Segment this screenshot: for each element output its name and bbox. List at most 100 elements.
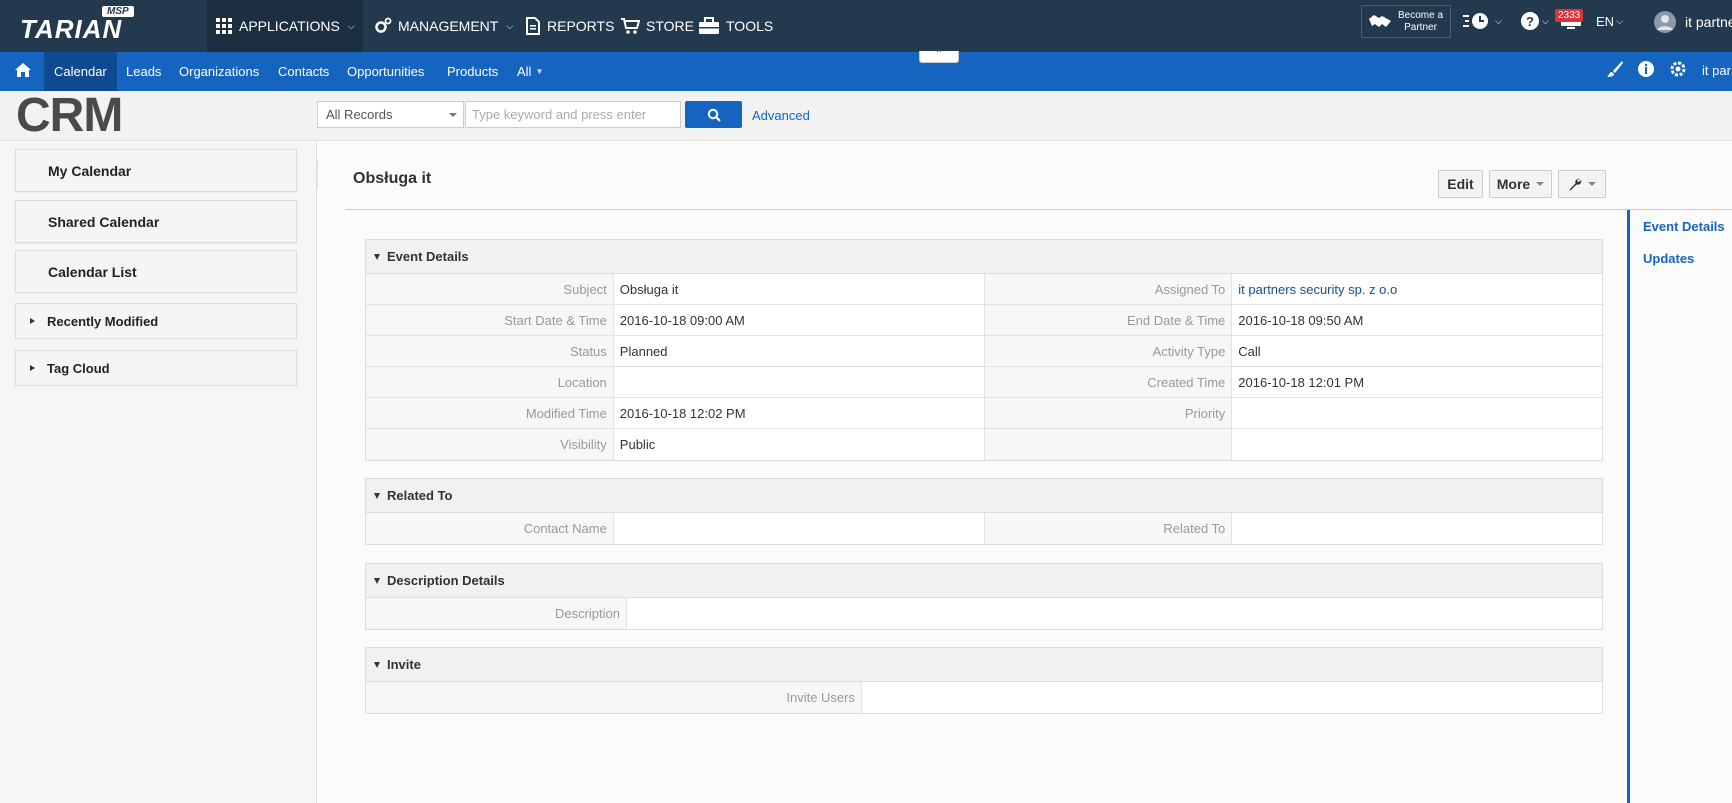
collapse-header-toggle[interactable]: ⌃ xyxy=(919,49,959,63)
table-row: Subject Obsługa it Assigned To it partne… xyxy=(366,274,1602,305)
field-value: 2016-10-18 09:00 AM xyxy=(614,305,985,335)
field-value xyxy=(614,513,985,544)
settings-button[interactable] xyxy=(1669,60,1687,78)
table-row: Modified Time 2016-10-18 12:02 PM Priori… xyxy=(366,398,1602,429)
tab-leads[interactable]: Leads xyxy=(116,52,171,91)
tab-contacts-label: Contacts xyxy=(278,64,330,79)
chevron-down-icon: ⌵ xyxy=(506,20,514,31)
sidebar-calendar-list[interactable]: Calendar List xyxy=(15,250,297,293)
become-partner-button[interactable]: Become a Partner xyxy=(1361,5,1451,38)
notification-badge: 2333 xyxy=(1555,9,1584,22)
field-value: Obsługa it xyxy=(614,274,985,304)
tab-opportunities[interactable]: Opportunities xyxy=(337,52,434,91)
tab-contacts[interactable]: Contacts xyxy=(268,52,339,91)
wrench-icon xyxy=(1569,178,1582,191)
sidebar-shared-calendar[interactable]: Shared Calendar xyxy=(15,200,297,243)
module-nav-bar: Calendar Leads Organizations Contacts Op… xyxy=(0,52,1732,91)
chevron-down-icon: ⌵ xyxy=(1495,15,1502,26)
history-menu[interactable]: ⌵ xyxy=(1463,10,1502,32)
field-label: Activity Type xyxy=(984,336,1233,366)
language-select[interactable]: EN ⌵ xyxy=(1596,10,1623,32)
edit-button[interactable]: Edit xyxy=(1438,170,1483,198)
field-label: Description xyxy=(366,598,627,629)
nav-reports[interactable]: REPORTS xyxy=(517,0,622,52)
help-menu[interactable]: ? ⌵ xyxy=(1520,10,1549,32)
settings-dropdown-button[interactable] xyxy=(1558,170,1606,198)
chevron-up-icon: ⌃ xyxy=(934,49,944,60)
nav-management[interactable]: MANAGEMENT ⌵ xyxy=(366,0,521,52)
chevron-down-icon: ⌵ xyxy=(1542,15,1549,26)
caret-down-icon xyxy=(374,492,380,499)
home-icon xyxy=(15,63,31,77)
table-row: Location Created Time 2016-10-18 12:01 P… xyxy=(366,367,1602,398)
chevron-down-icon xyxy=(1588,182,1596,190)
user-avatar-icon xyxy=(1654,11,1676,33)
search-button[interactable] xyxy=(685,101,742,128)
sidebar-my-calendar[interactable]: My Calendar xyxy=(15,149,297,192)
more-button[interactable]: More xyxy=(1489,170,1552,198)
tab-organizations[interactable]: Organizations xyxy=(169,52,269,91)
brand-badge: MSP xyxy=(102,6,134,17)
invite-header[interactable]: Invite xyxy=(366,648,1602,682)
table-row: Visibility Public xyxy=(366,429,1602,460)
chevron-down-icon xyxy=(1536,182,1545,190)
search-bar: CRM All Records Advanced xyxy=(0,91,1732,141)
tab-calendar[interactable]: Calendar xyxy=(44,52,117,91)
nav-tools[interactable]: TOOLS xyxy=(690,0,781,52)
chevron-down-icon: ⌵ xyxy=(347,20,355,31)
svg-text:?: ? xyxy=(1526,14,1534,29)
info-button[interactable] xyxy=(1637,60,1655,78)
chevron-down-icon: ▼ xyxy=(535,67,544,76)
partner-label-2: Partner xyxy=(1404,21,1437,33)
tab-organizations-label: Organizations xyxy=(179,64,260,79)
field-value xyxy=(862,682,1602,713)
caret-down-icon xyxy=(374,253,380,260)
tarian-logo[interactable]: TARIAN MSP xyxy=(20,6,140,46)
brand-name: TARIAN xyxy=(20,14,123,44)
nav-applications[interactable]: APPLICATIONS ⌵ xyxy=(207,0,363,52)
tab-leads-label: Leads xyxy=(126,64,162,79)
tab-all[interactable]: All ▼ xyxy=(507,52,553,91)
sidebar-recently-modified[interactable]: Recently Modified xyxy=(15,303,297,339)
advanced-search-link[interactable]: Advanced xyxy=(752,108,810,123)
field-value: it partners security sp. z o.o xyxy=(1232,274,1602,304)
event-details-heading: Event Details xyxy=(387,249,469,264)
table-row: Invite Users xyxy=(366,682,1602,713)
event-details-header[interactable]: Event Details xyxy=(366,240,1602,274)
nav-store-label: STORE xyxy=(646,18,694,34)
search-icon xyxy=(707,108,721,122)
field-value xyxy=(1232,398,1602,428)
nav-applications-label: APPLICATIONS xyxy=(239,18,340,34)
user-short-link[interactable]: it par xyxy=(1702,63,1731,78)
nav-updates[interactable]: Updates xyxy=(1643,251,1694,266)
field-value: Public xyxy=(614,429,985,460)
gears-icon xyxy=(375,17,392,33)
record-detail: Obsługa it Edit More Event Details Subje… xyxy=(318,142,1732,803)
home-button[interactable] xyxy=(14,61,32,82)
user-menu[interactable]: it partne xyxy=(1653,10,1732,34)
sidebar: My Calendar Shared Calendar Calendar Lis… xyxy=(0,142,317,803)
caret-down-icon xyxy=(374,577,380,584)
nav-event-details[interactable]: Event Details xyxy=(1643,219,1725,234)
tag-cloud-label: Tag Cloud xyxy=(47,360,110,376)
table-row: Description xyxy=(366,598,1602,629)
more-label: More xyxy=(1496,176,1531,192)
customize-button[interactable] xyxy=(1606,60,1624,78)
nav-management-label: MANAGEMENT xyxy=(398,18,499,34)
search-scope-select[interactable]: All Records xyxy=(317,101,464,128)
caret-right-icon xyxy=(30,318,35,324)
chevron-down-icon: ⌵ xyxy=(1616,15,1623,26)
info-icon xyxy=(1638,61,1654,77)
field-label: Location xyxy=(366,367,614,397)
tab-products[interactable]: Products xyxy=(437,52,508,91)
sidebar-tag-cloud[interactable]: Tag Cloud xyxy=(15,350,297,386)
description-header[interactable]: Description Details xyxy=(366,564,1602,598)
nav-store[interactable]: STORE xyxy=(612,0,702,52)
search-input[interactable] xyxy=(465,101,681,128)
related-to-header[interactable]: Related To xyxy=(366,479,1602,513)
assigned-to-link[interactable]: it partners security sp. z o.o xyxy=(1238,282,1397,297)
tab-products-label: Products xyxy=(447,64,499,79)
related-to-heading: Related To xyxy=(387,488,453,503)
field-label: Assigned To xyxy=(984,274,1233,304)
invite-block: Invite Invite Users xyxy=(365,647,1603,714)
